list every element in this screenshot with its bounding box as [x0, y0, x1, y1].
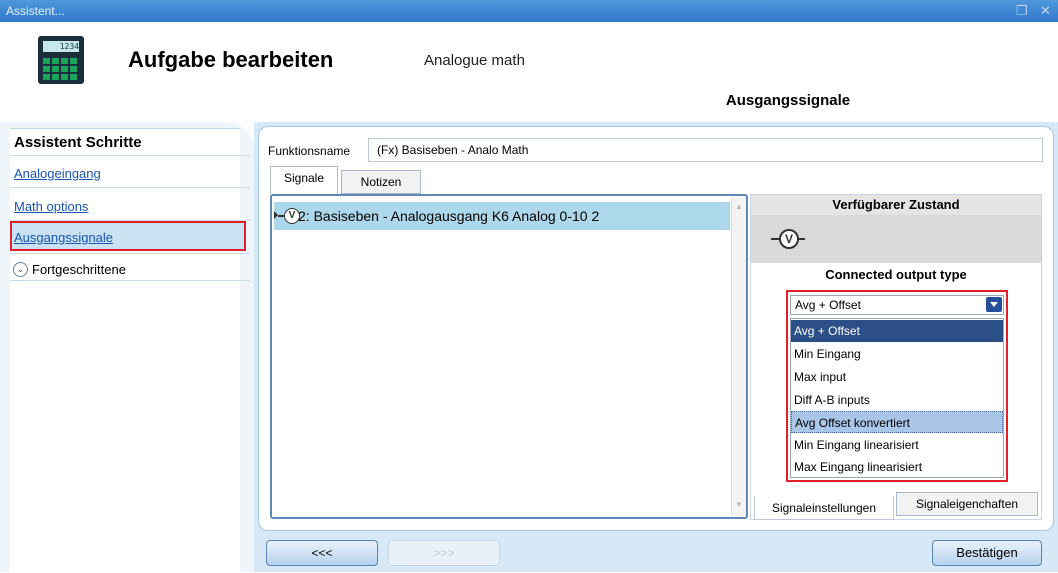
tab-signal-properties[interactable]: Signaleigenchaften [896, 492, 1038, 516]
function-name-input[interactable]: (Fx) Basiseben - Analo Math [368, 138, 1043, 162]
window-title: Assistent... [6, 4, 65, 18]
dropdown-option[interactable]: Diff A-B inputs [791, 389, 1003, 411]
dropdown-option[interactable]: Avg + Offset [791, 320, 1003, 342]
page-title: Aufgabe bearbeiten [128, 47, 334, 72]
dropdown-option[interactable]: Max Eingang linearisiert [791, 456, 1003, 478]
chevron-down-icon[interactable] [986, 297, 1002, 312]
step-ausgangssignale-link[interactable]: Ausgangssignale [14, 230, 113, 245]
dropdown-option[interactable]: Min Eingang [791, 343, 1003, 365]
tab-notizen[interactable]: Notizen [341, 170, 421, 194]
advanced-label[interactable]: Fortgeschrittene [32, 262, 126, 277]
confirm-button[interactable]: Bestätigen [932, 540, 1042, 566]
divider [10, 155, 250, 156]
divider [10, 253, 250, 254]
dropdown-option[interactable]: Min Eingang linearisiert [791, 434, 1003, 456]
signal-list [270, 194, 748, 519]
list-scrollbar[interactable]: ▲ ▼ [731, 198, 746, 516]
next-button[interactable]: >>> [388, 540, 500, 566]
output-type-title: Connected output type [825, 267, 967, 282]
dropdown-option[interactable]: Avg Offset konvertiert [791, 411, 1003, 433]
calculator-keys [43, 56, 79, 80]
step-analogeingang-link[interactable]: Analogeingang [14, 166, 101, 181]
close-icon[interactable]: ✕ [1040, 3, 1051, 19]
restore-icon[interactable]: ❐ [1016, 3, 1028, 19]
wizard-steps-panel [0, 122, 254, 573]
scroll-down-icon[interactable]: ▼ [735, 500, 743, 509]
tab-signale[interactable]: Signale [270, 166, 338, 194]
calculator-screen: 1234 [43, 41, 79, 52]
state-icon-area: V [751, 215, 1041, 263]
tab-ausgangssignale[interactable]: Ausgangssignale [610, 82, 966, 120]
step-math-options-link[interactable]: Math options [14, 199, 88, 214]
window-title-bar: Assistent... ❐ ✕ [0, 0, 1058, 22]
dropdown-option[interactable]: Max input [791, 366, 1003, 388]
voltage-state-icon[interactable]: V [779, 229, 799, 249]
tab-signal-settings[interactable]: Signaleinstellungen [754, 496, 894, 520]
back-button[interactable]: <<< [266, 540, 378, 566]
scroll-up-icon[interactable]: ▲ [735, 202, 743, 211]
page-subtitle: Analogue math [424, 52, 525, 69]
signal-label[interactable]: 2: Basiseben - Analogausgang K6 Analog 0… [298, 208, 599, 224]
divider [10, 280, 250, 281]
chevron-down-icon[interactable]: ⌄ [13, 262, 28, 277]
divider [10, 187, 250, 188]
wizard-steps-inner [10, 128, 240, 573]
output-type-select[interactable]: Avg + Offset [790, 295, 1004, 315]
function-name-label: Funktionsname [268, 144, 351, 158]
steps-title: Assistent Schritte [14, 134, 142, 151]
available-state-title: Verfügbarer Zustand [751, 195, 1041, 215]
calculator-icon: 1234 [38, 36, 84, 84]
